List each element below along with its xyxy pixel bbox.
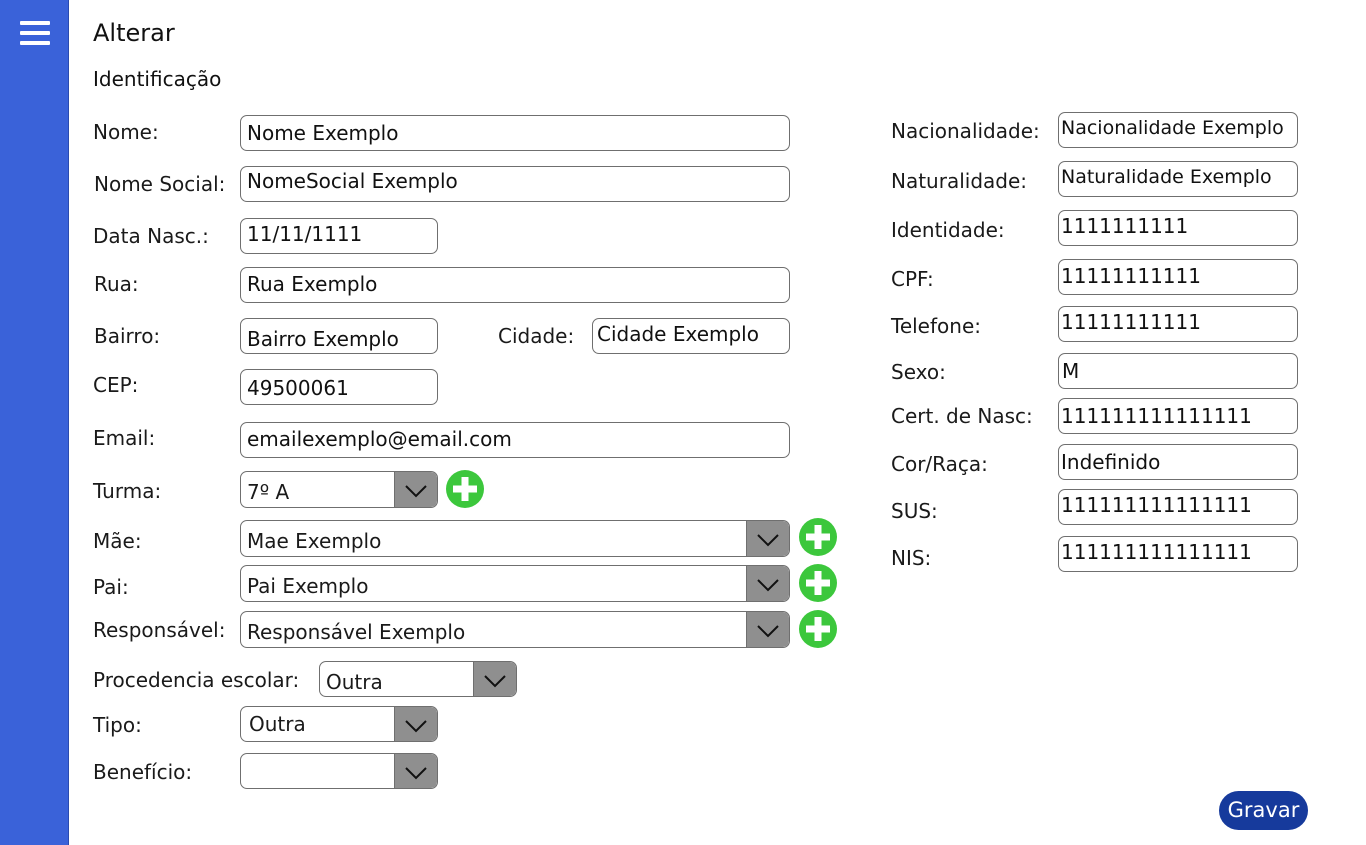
tipo-dropdown-button[interactable] (394, 707, 437, 741)
chevron-down-icon (405, 767, 427, 780)
pai-label: Pai: (93, 575, 129, 599)
chevron-down-icon (757, 625, 779, 638)
responsavel-select[interactable]: Responsável Exemplo (240, 611, 790, 648)
add-mae-plus-icon[interactable] (798, 517, 838, 557)
chevron-down-icon (484, 675, 506, 688)
gravar-button[interactable]: Gravar (1219, 791, 1308, 830)
responsavel-label: Responsável: (93, 618, 226, 642)
pai-select[interactable]: Pai Exemplo (240, 565, 790, 602)
nome-field[interactable]: Nome Exemplo (240, 115, 790, 151)
section-title: Identificação (93, 67, 222, 91)
turma-value: 7º A (247, 480, 290, 504)
telefone-label: Telefone: (891, 314, 981, 338)
beneficio-select[interactable] (240, 753, 438, 789)
cep-label: CEP: (93, 373, 139, 397)
nis-field[interactable]: 111111111111111 (1058, 536, 1298, 572)
mae-select[interactable]: Mae Exemplo (240, 520, 790, 557)
nacionalidade-label: Nacionalidade: (891, 119, 1040, 143)
chevron-down-icon (405, 485, 427, 498)
turma-label: Turma: (93, 479, 162, 503)
cor-raca-label: Cor/Raça: (891, 452, 988, 476)
add-pai-plus-icon[interactable] (798, 563, 838, 603)
mae-dropdown-button[interactable] (746, 521, 789, 556)
bairro-field[interactable]: Bairro Exemplo (240, 318, 438, 354)
sus-label: SUS: (891, 499, 938, 523)
beneficio-label: Benefício: (93, 760, 193, 784)
cor-raca-field[interactable]: Indefinido (1058, 444, 1298, 480)
mae-label: Mãe: (93, 529, 142, 553)
mae-value: Mae Exemplo (247, 529, 382, 553)
nacionalidade-field[interactable]: Nacionalidade Exemplo (1058, 112, 1298, 148)
cep-field[interactable]: 49500061 (240, 369, 438, 405)
sidebar (0, 0, 69, 845)
email-label: Email: (93, 426, 156, 450)
pai-value: Pai Exemplo (247, 574, 369, 598)
cpf-field[interactable]: 11111111111 (1058, 259, 1298, 295)
responsavel-dropdown-button[interactable] (746, 612, 789, 647)
cpf-label: CPF: (891, 267, 934, 291)
chevron-down-icon (757, 534, 779, 547)
chevron-down-icon (405, 720, 427, 733)
cidade-field[interactable]: Cidade Exemplo (592, 318, 790, 354)
nis-label: NIS: (891, 546, 932, 570)
identidade-field[interactable]: 1111111111 (1058, 210, 1298, 246)
cert-nasc-field[interactable]: 111111111111111 (1058, 398, 1298, 434)
page-title: Alterar (93, 19, 175, 47)
telefone-field[interactable]: 11111111111 (1058, 306, 1298, 342)
procedencia-dropdown-button[interactable] (473, 662, 516, 696)
sexo-label: Sexo: (891, 360, 946, 384)
procedencia-select[interactable]: Outra (319, 661, 517, 697)
bairro-label: Bairro: (94, 324, 161, 348)
procedencia-value: Outra (326, 670, 383, 694)
email-field[interactable]: emailexemplo@email.com (240, 422, 790, 458)
beneficio-dropdown-button[interactable] (394, 754, 437, 788)
nome-label: Nome: (93, 120, 159, 144)
procedencia-label: Procedencia escolar: (93, 668, 300, 692)
add-responsavel-plus-icon[interactable] (798, 609, 838, 649)
sus-field[interactable]: 111111111111111 (1058, 489, 1298, 525)
naturalidade-field[interactable]: Naturalidade Exemplo (1058, 161, 1298, 197)
turma-dropdown-button[interactable] (394, 472, 437, 507)
sexo-field[interactable]: M (1058, 353, 1298, 389)
nome-social-field[interactable]: NomeSocial Exemplo (240, 166, 790, 202)
cidade-label: Cidade: (498, 324, 575, 348)
cert-nasc-label: Cert. de Nasc: (891, 404, 1033, 428)
tipo-value: Outra (249, 712, 306, 736)
rua-field[interactable]: Rua Exemplo (240, 267, 790, 303)
naturalidade-label: Naturalidade: (891, 169, 1028, 193)
tipo-label: Tipo: (93, 713, 142, 737)
data-nasc-field[interactable]: 11/11/1111 (240, 218, 438, 254)
data-nasc-label: Data Nasc.: (93, 224, 209, 248)
responsavel-value: Responsável Exemplo (247, 620, 466, 644)
hamburger-menu-icon[interactable] (20, 21, 50, 47)
chevron-down-icon (757, 579, 779, 592)
pai-dropdown-button[interactable] (746, 566, 789, 601)
tipo-select[interactable]: Outra (240, 706, 438, 742)
turma-select[interactable]: 7º A (240, 471, 438, 508)
nome-social-label: Nome Social: (94, 172, 226, 196)
identidade-label: Identidade: (891, 218, 1005, 242)
add-turma-plus-icon[interactable] (445, 469, 485, 509)
rua-label: Rua: (94, 272, 139, 296)
